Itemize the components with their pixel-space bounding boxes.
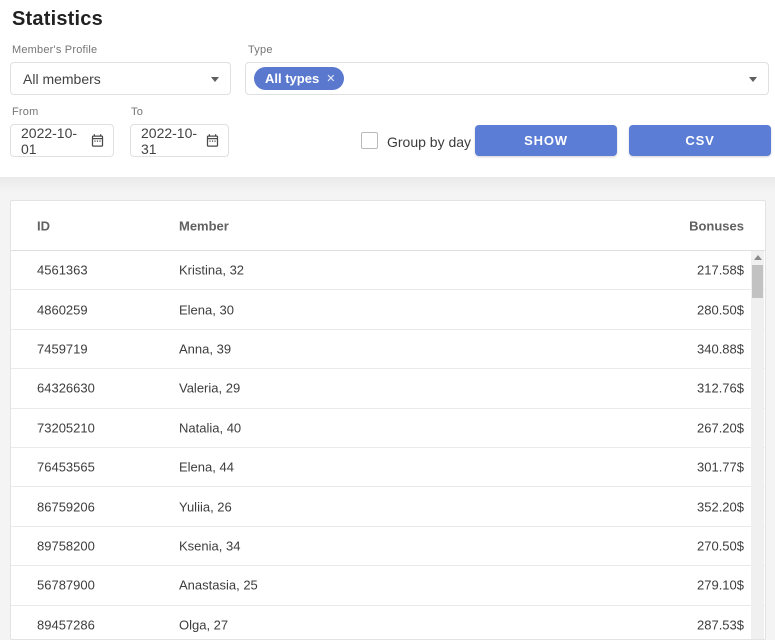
cell-member: Olga, 27 xyxy=(179,617,228,632)
cell-member: Ksenia, 34 xyxy=(179,538,240,553)
type-label: Type xyxy=(248,44,273,56)
member-profile-label: Member's Profile xyxy=(12,44,97,56)
cell-bonus: 312.76$ xyxy=(697,381,744,396)
cell-bonus: 352.20$ xyxy=(697,499,744,514)
cell-member: Elena, 30 xyxy=(179,302,234,317)
cell-bonus: 280.50$ xyxy=(697,302,744,317)
cell-member: Anastasia, 25 xyxy=(179,578,258,593)
to-date-value: 2022-10-31 xyxy=(141,125,205,157)
table-row: 89758200 Ksenia, 34 270.50$ xyxy=(11,527,765,566)
cell-member: Kristina, 32 xyxy=(179,263,244,278)
table-body: 4561363 Kristina, 32 217.58$ 4860259 Ele… xyxy=(11,251,765,640)
chevron-down-icon xyxy=(749,77,757,82)
cell-id: 73205210 xyxy=(37,420,95,435)
from-date-input[interactable]: 2022-10-01 xyxy=(10,124,114,157)
member-profile-value: All members xyxy=(23,71,101,87)
cell-member: Yuliia, 26 xyxy=(179,499,232,514)
cell-id: 4860259 xyxy=(37,302,88,317)
cell-id: 86759206 xyxy=(37,499,95,514)
table-row: 4860259 Elena, 30 280.50$ xyxy=(11,290,765,329)
cell-bonus: 267.20$ xyxy=(697,420,744,435)
column-header-member: Member xyxy=(179,218,229,233)
to-date-input[interactable]: 2022-10-31 xyxy=(130,124,229,157)
cell-member: Natalia, 40 xyxy=(179,420,241,435)
scrollbar-up-icon[interactable] xyxy=(751,251,764,264)
from-label: From xyxy=(12,106,38,118)
cell-member: Anna, 39 xyxy=(179,341,231,356)
cell-id: 89457286 xyxy=(37,617,95,632)
table-row: 86759206 Yuliia, 26 352.20$ xyxy=(11,487,765,526)
table-row: 4561363 Kristina, 32 217.58$ xyxy=(11,251,765,290)
cell-id: 7459719 xyxy=(37,341,88,356)
type-chip-label: All types xyxy=(265,71,319,86)
page-title: Statistics xyxy=(12,8,103,31)
cell-id: 89758200 xyxy=(37,538,95,553)
cell-id: 56787900 xyxy=(37,578,95,593)
cell-bonus: 287.53$ xyxy=(697,617,744,632)
table-row: 76453565 Elena, 44 301.77$ xyxy=(11,448,765,487)
close-icon[interactable]: ✕ xyxy=(326,72,335,85)
cell-id: 76453565 xyxy=(37,460,95,475)
cell-bonus: 270.50$ xyxy=(697,538,744,553)
results-table: ID Member Bonuses 4561363 Kristina, 32 2… xyxy=(10,200,766,640)
member-profile-select[interactable]: All members xyxy=(10,62,231,95)
group-by-day-checkbox[interactable] xyxy=(361,132,378,149)
show-button[interactable]: SHOW xyxy=(475,125,617,156)
statistics-page: Statistics Member's Profile All members … xyxy=(0,0,775,640)
cell-bonus: 301.77$ xyxy=(697,460,744,475)
type-select[interactable]: All types ✕ xyxy=(245,62,769,95)
calendar-icon[interactable] xyxy=(90,133,105,148)
cell-id: 4561363 xyxy=(37,263,88,278)
table-scrollbar[interactable] xyxy=(751,251,764,639)
column-header-id: ID xyxy=(37,218,50,233)
table-row: 64326630 Valeria, 29 312.76$ xyxy=(11,369,765,408)
group-by-day-label: Group by day xyxy=(387,134,471,150)
column-header-bonuses: Bonuses xyxy=(689,218,744,233)
cell-bonus: 217.58$ xyxy=(697,263,744,278)
csv-button[interactable]: CSV xyxy=(629,125,771,156)
cell-member: Elena, 44 xyxy=(179,460,234,475)
to-label: To xyxy=(131,106,143,118)
cell-id: 64326630 xyxy=(37,381,95,396)
from-date-value: 2022-10-01 xyxy=(21,125,90,157)
table-row: 73205210 Natalia, 40 267.20$ xyxy=(11,409,765,448)
table-row: 7459719 Anna, 39 340.88$ xyxy=(11,330,765,369)
calendar-icon[interactable] xyxy=(205,133,220,148)
table-header-row: ID Member Bonuses xyxy=(11,201,765,251)
cell-bonus: 279.10$ xyxy=(697,578,744,593)
cell-member: Valeria, 29 xyxy=(179,381,240,396)
cell-bonus: 340.88$ xyxy=(697,341,744,356)
table-row: 89457286 Olga, 27 287.53$ xyxy=(11,606,765,640)
table-row: 56787900 Anastasia, 25 279.10$ xyxy=(11,566,765,605)
type-chip[interactable]: All types ✕ xyxy=(254,67,344,90)
scrollbar-thumb[interactable] xyxy=(752,265,763,298)
chevron-down-icon xyxy=(211,77,219,82)
